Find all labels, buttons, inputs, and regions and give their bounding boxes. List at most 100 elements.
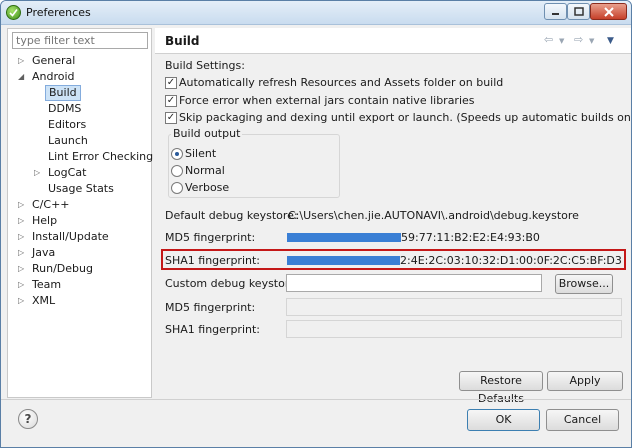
tree-item-label: Build — [45, 85, 81, 101]
build-output-legend: Build output — [171, 127, 243, 140]
expand-arrow-icon[interactable]: ▷ — [18, 197, 26, 213]
tree-item-label: C/C++ — [32, 198, 70, 211]
preference-page: Build ⇦ ▼ ⇨ ▼ ▼ Build Settings: ✓ Automa… — [155, 28, 631, 405]
back-menu-icon[interactable]: ▼ — [559, 37, 564, 45]
tree-item-label: DDMS — [48, 102, 82, 115]
divider — [1, 399, 631, 400]
sha1-fingerprint-label: SHA1 fingerprint: — [165, 254, 260, 267]
expand-arrow-icon[interactable]: ▷ — [18, 229, 26, 245]
custom-keystore-label: Custom debug keystore: — [165, 277, 300, 290]
collapse-arrow-icon[interactable]: ◢ — [18, 69, 26, 85]
preferences-window: Preferences ▷ General ◢ Android Build — [0, 0, 632, 448]
force-error-checkbox[interactable]: ✓ Force error when external jars contain… — [165, 94, 625, 108]
expand-arrow-icon[interactable]: ▷ — [18, 213, 26, 229]
forward-menu-icon[interactable]: ▼ — [589, 37, 594, 45]
tree-item-xml[interactable]: ▷ XML — [8, 293, 151, 309]
sha1-redaction — [287, 256, 400, 265]
radio-normal[interactable]: Normal — [171, 164, 251, 178]
checkbox-label: Skip packaging and dexing until export o… — [179, 111, 631, 124]
apply-button[interactable]: Apply — [547, 371, 623, 391]
checkbox-checked-icon[interactable]: ✓ — [165, 112, 177, 124]
tree-item-general[interactable]: ▷ General — [8, 53, 151, 69]
expand-arrow-icon[interactable]: ▷ — [18, 261, 26, 277]
checkbox-label: Force error when external jars contain n… — [179, 94, 475, 107]
forward-arrow-icon[interactable]: ⇨ — [574, 33, 583, 46]
tree-item-launch[interactable]: Launch — [8, 133, 151, 149]
radio-label: Verbose — [185, 181, 230, 194]
tree-item-label: General — [32, 54, 76, 67]
tree-item-android[interactable]: ◢ Android — [8, 69, 151, 85]
browse-button[interactable]: Browse... — [555, 274, 613, 294]
tree-item-label: Lint Error Checking — [48, 150, 154, 163]
default-keystore-value[interactable]: C:\Users\chen.jie.AUTONAVI\.android\debu… — [288, 209, 579, 222]
checkbox-checked-icon[interactable]: ✓ — [165, 95, 177, 107]
custom-md5-field — [286, 298, 622, 316]
radio-verbose[interactable]: Verbose — [171, 181, 251, 195]
radio-label: Normal — [185, 164, 225, 177]
expand-arrow-icon[interactable]: ▷ — [18, 277, 26, 293]
maximize-icon — [573, 7, 584, 16]
view-menu-icon[interactable]: ▼ — [607, 36, 614, 46]
close-window-button[interactable] — [590, 3, 627, 20]
radio-selected-icon[interactable] — [171, 148, 183, 160]
tree-item-java[interactable]: ▷ Java — [8, 245, 151, 261]
radio-label: Silent — [185, 147, 217, 160]
tree-item-editors[interactable]: Editors — [8, 117, 151, 133]
help-icon[interactable]: ? — [18, 409, 38, 429]
tree-item-label: Team — [32, 278, 62, 291]
custom-md5-label: MD5 fingerprint: — [165, 301, 256, 314]
tree-item-label: Java — [32, 246, 56, 259]
custom-keystore-input[interactable] — [286, 274, 542, 292]
tree-item-label: Usage Stats — [48, 182, 114, 195]
tree-item-logcat[interactable]: ▷ LogCat — [8, 165, 151, 181]
eclipse-app-icon — [6, 5, 21, 20]
minimize-button[interactable] — [544, 3, 567, 20]
custom-sha1-label: SHA1 fingerprint: — [165, 323, 260, 336]
md5-fingerprint-value[interactable]: 59:77:11:B2:E2:E4:93:B0 — [401, 231, 540, 244]
filter-input[interactable] — [12, 32, 148, 49]
preference-tree-panel: ▷ General ◢ Android Build DDMS Editors L… — [7, 28, 153, 398]
expand-arrow-icon[interactable]: ▷ — [18, 53, 26, 69]
sha1-fingerprint-value[interactable]: 2:4E:2C:03:10:32:D1:00:0F:2C:C5:BF:D3 — [400, 254, 622, 267]
tree-item-build[interactable]: Build — [8, 85, 151, 101]
back-arrow-icon[interactable]: ⇦ — [544, 33, 553, 46]
tree-item-c-cpp[interactable]: ▷ C/C++ — [8, 197, 151, 213]
page-header: Build ⇦ ▼ ⇨ ▼ ▼ — [155, 28, 631, 54]
restore-defaults-button[interactable]: Restore Defaults — [459, 371, 543, 405]
tree-item-label: XML — [32, 294, 56, 307]
page-title: Build — [165, 34, 200, 48]
checkbox-label: Automatically refresh Resources and Asse… — [179, 76, 504, 89]
tree-item-ddms[interactable]: DDMS — [8, 101, 151, 117]
tree-item-help[interactable]: ▷ Help — [8, 213, 151, 229]
tree-item-label: Android — [32, 70, 75, 83]
maximize-button[interactable] — [567, 3, 590, 20]
tree-item-lint-error-checking[interactable]: Lint Error Checking — [8, 149, 153, 165]
radio-icon[interactable] — [171, 182, 183, 194]
tree-item-usage-stats[interactable]: Usage Stats — [8, 181, 151, 197]
window-title: Preferences — [26, 6, 91, 19]
ok-button[interactable]: OK — [467, 409, 540, 431]
tree-item-label: Editors — [48, 118, 87, 131]
build-settings-label: Build Settings: — [165, 59, 245, 72]
tree-item-install-update[interactable]: ▷ Install/Update — [8, 229, 151, 245]
tree-item-label: Install/Update — [32, 230, 109, 243]
title-bar[interactable]: Preferences — [1, 1, 631, 25]
tree-item-label: LogCat — [48, 166, 87, 179]
expand-arrow-icon[interactable]: ▷ — [34, 165, 42, 181]
expand-arrow-icon[interactable]: ▷ — [18, 293, 26, 309]
tree-item-team[interactable]: ▷ Team — [8, 277, 151, 293]
tree-item-label: Help — [32, 214, 58, 227]
custom-sha1-field — [286, 320, 622, 338]
tree-item-run-debug[interactable]: ▷ Run/Debug — [8, 261, 151, 277]
checkbox-checked-icon[interactable]: ✓ — [165, 77, 177, 89]
tree-item-label: Launch — [48, 134, 88, 147]
md5-fingerprint-label: MD5 fingerprint: — [165, 231, 256, 244]
skip-packaging-checkbox[interactable]: ✓ Skip packaging and dexing until export… — [165, 111, 631, 125]
radio-silent[interactable]: Silent — [171, 147, 251, 161]
expand-arrow-icon[interactable]: ▷ — [18, 245, 26, 261]
md5-redaction — [287, 233, 401, 242]
radio-icon[interactable] — [171, 165, 183, 177]
auto-refresh-checkbox[interactable]: ✓ Automatically refresh Resources and As… — [165, 76, 625, 90]
default-keystore-label: Default debug keystore: — [165, 209, 298, 222]
cancel-button[interactable]: Cancel — [546, 409, 619, 431]
